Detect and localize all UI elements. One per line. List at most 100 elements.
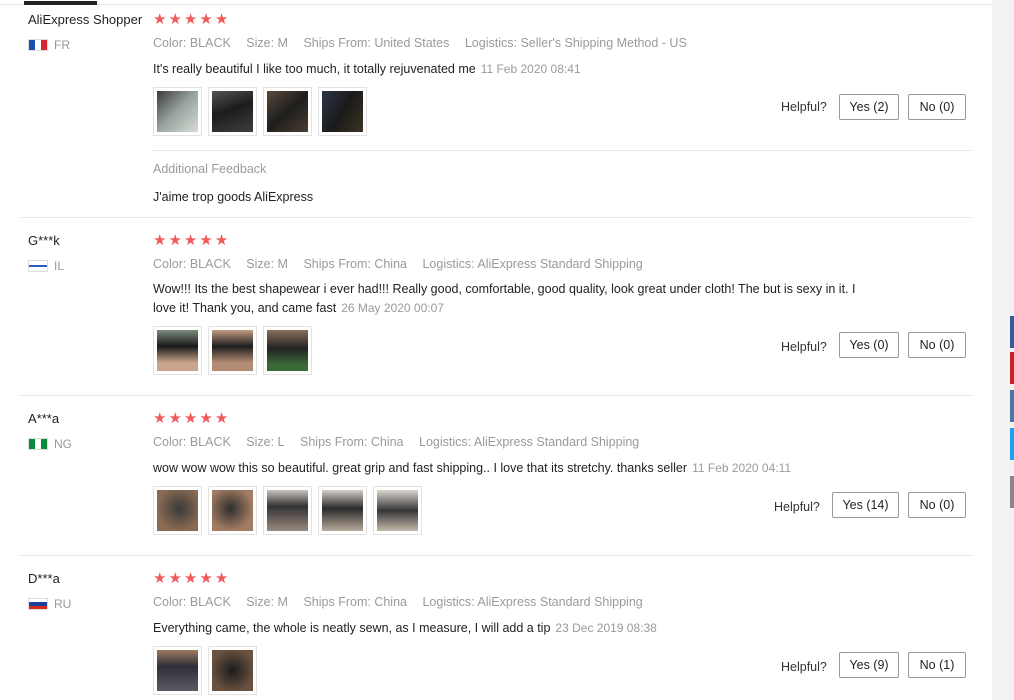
review-text: wow wow wow this so beautiful. great gri…	[153, 459, 873, 478]
review-date: 23 Dec 2019 08:38	[555, 621, 657, 635]
review-body: Everything came, the whole is neatly sew…	[153, 621, 551, 635]
additional-feedback-label: Additional Feedback	[153, 162, 267, 176]
helpful-no-button[interactable]: No (0)	[908, 94, 966, 120]
star-icon: ★	[183, 410, 198, 427]
reviewer-name: AliExpress Shopper	[28, 12, 143, 27]
review-divider	[20, 217, 972, 218]
attr-logistics: Logistics: AliExpress Standard Shipping	[422, 595, 643, 609]
product-attributes: Color: BLACK Size: M Ships From: China L…	[153, 257, 655, 271]
star-rating: ★ ★ ★ ★ ★	[153, 571, 228, 586]
review-photos	[153, 486, 422, 535]
reviewer-country: IL	[28, 259, 64, 273]
star-icon: ★	[199, 570, 213, 587]
attr-ships-from: Ships From: China	[303, 595, 407, 609]
share-pinterest-button[interactable]	[1010, 352, 1014, 384]
star-icon: ★	[153, 410, 167, 427]
reviewer-name: G***k	[28, 233, 60, 248]
review-photo-thumbnail[interactable]	[153, 87, 202, 136]
review-photo-thumbnail[interactable]	[263, 326, 312, 375]
star-icon: ★	[214, 232, 229, 249]
review-date: 26 May 2020 00:07	[341, 301, 444, 315]
review-text: Wow!!! Its the best shapewear i ever had…	[153, 280, 873, 318]
review-body: Wow!!! Its the best shapewear i ever had…	[153, 282, 856, 315]
attr-ships-from: Ships From: China	[303, 257, 407, 271]
helpful-label: Helpful?	[781, 660, 827, 674]
attr-size: Size: L	[246, 435, 285, 449]
helpful-yes-button[interactable]: Yes (2)	[839, 94, 899, 120]
attr-color: Color: BLACK	[153, 595, 231, 609]
review-photo-thumbnail[interactable]	[208, 486, 257, 535]
review-photo-thumbnail[interactable]	[208, 87, 257, 136]
review-photo-thumbnail[interactable]	[263, 486, 312, 535]
star-icon: ★	[168, 410, 182, 427]
reviews-panel: AliExpress Shopper FR ★ ★ ★ ★ ★ Color: B…	[0, 0, 992, 700]
star-icon: ★	[153, 570, 167, 587]
tab-underline-track	[0, 4, 992, 5]
share-twitter-button[interactable]	[1010, 428, 1014, 460]
attr-size: Size: M	[246, 595, 288, 609]
star-icon: ★	[153, 11, 167, 28]
review-photo-thumbnail[interactable]	[208, 326, 257, 375]
active-tab-indicator	[24, 1, 97, 5]
reviewer-name: D***a	[28, 571, 60, 586]
attr-ships-from: Ships From: China	[300, 435, 404, 449]
country-code: RU	[54, 597, 72, 611]
flag-icon	[28, 438, 48, 450]
star-icon: ★	[214, 11, 229, 28]
helpful-no-button[interactable]: No (0)	[908, 332, 966, 358]
helpful-no-button[interactable]: No (0)	[908, 492, 966, 518]
review-photo-thumbnail[interactable]	[318, 486, 367, 535]
attr-logistics: Logistics: AliExpress Standard Shipping	[422, 257, 643, 271]
flag-icon	[28, 598, 48, 610]
star-icon: ★	[199, 410, 213, 427]
additional-feedback-text: J'aime trop goods AliExpress	[153, 190, 314, 204]
star-icon: ★	[153, 232, 167, 249]
helpful-no-button[interactable]: No (1)	[908, 652, 966, 678]
reviewer-name: A***a	[28, 411, 60, 426]
share-more-button[interactable]	[1010, 476, 1014, 508]
product-attributes: Color: BLACK Size: M Ships From: China L…	[153, 595, 655, 609]
review-photo-thumbnail[interactable]	[208, 646, 257, 695]
review-photo-thumbnail[interactable]	[318, 87, 367, 136]
share-facebook-button[interactable]	[1010, 316, 1014, 348]
helpful-yes-button[interactable]: Yes (9)	[839, 652, 899, 678]
share-vk-button[interactable]	[1010, 390, 1014, 422]
helpful-label: Helpful?	[781, 340, 827, 354]
country-code: IL	[54, 259, 65, 273]
reviewer-country: NG	[28, 437, 72, 451]
additional-divider	[153, 150, 972, 151]
review-photos	[153, 87, 367, 136]
star-icon: ★	[183, 11, 198, 28]
review-photo-thumbnail[interactable]	[263, 87, 312, 136]
star-icon: ★	[168, 232, 182, 249]
review-photo-thumbnail[interactable]	[373, 486, 422, 535]
attr-logistics: Logistics: Seller's Shipping Method - US	[464, 36, 687, 50]
star-icon: ★	[199, 11, 213, 28]
attr-size: Size: M	[246, 36, 288, 50]
review-photo-thumbnail[interactable]	[153, 326, 202, 375]
review-photo-thumbnail[interactable]	[153, 486, 202, 535]
attr-color: Color: BLACK	[153, 36, 231, 50]
helpful-yes-button[interactable]: Yes (0)	[839, 332, 899, 358]
country-code: NG	[54, 437, 72, 451]
star-icon: ★	[214, 570, 229, 587]
country-code: FR	[54, 38, 70, 52]
helpful-label: Helpful?	[774, 500, 820, 514]
review-date: 11 Feb 2020 04:11	[692, 461, 792, 475]
review-photo-thumbnail[interactable]	[153, 646, 202, 695]
star-icon: ★	[183, 232, 198, 249]
review-divider	[20, 395, 972, 396]
product-attributes: Color: BLACK Size: M Ships From: United …	[153, 36, 699, 50]
review-text: Everything came, the whole is neatly sew…	[153, 619, 873, 638]
helpful-yes-button[interactable]: Yes (14)	[832, 492, 899, 518]
star-rating: ★ ★ ★ ★ ★	[153, 12, 228, 27]
star-icon: ★	[214, 410, 229, 427]
helpful-label: Helpful?	[781, 100, 827, 114]
product-attributes: Color: BLACK Size: L Ships From: China L…	[153, 435, 651, 449]
star-icon: ★	[183, 570, 198, 587]
attr-color: Color: BLACK	[153, 435, 231, 449]
review-divider	[20, 555, 972, 556]
attr-logistics: Logistics: AliExpress Standard Shipping	[419, 435, 640, 449]
star-icon: ★	[199, 232, 213, 249]
star-rating: ★ ★ ★ ★ ★	[153, 233, 228, 248]
